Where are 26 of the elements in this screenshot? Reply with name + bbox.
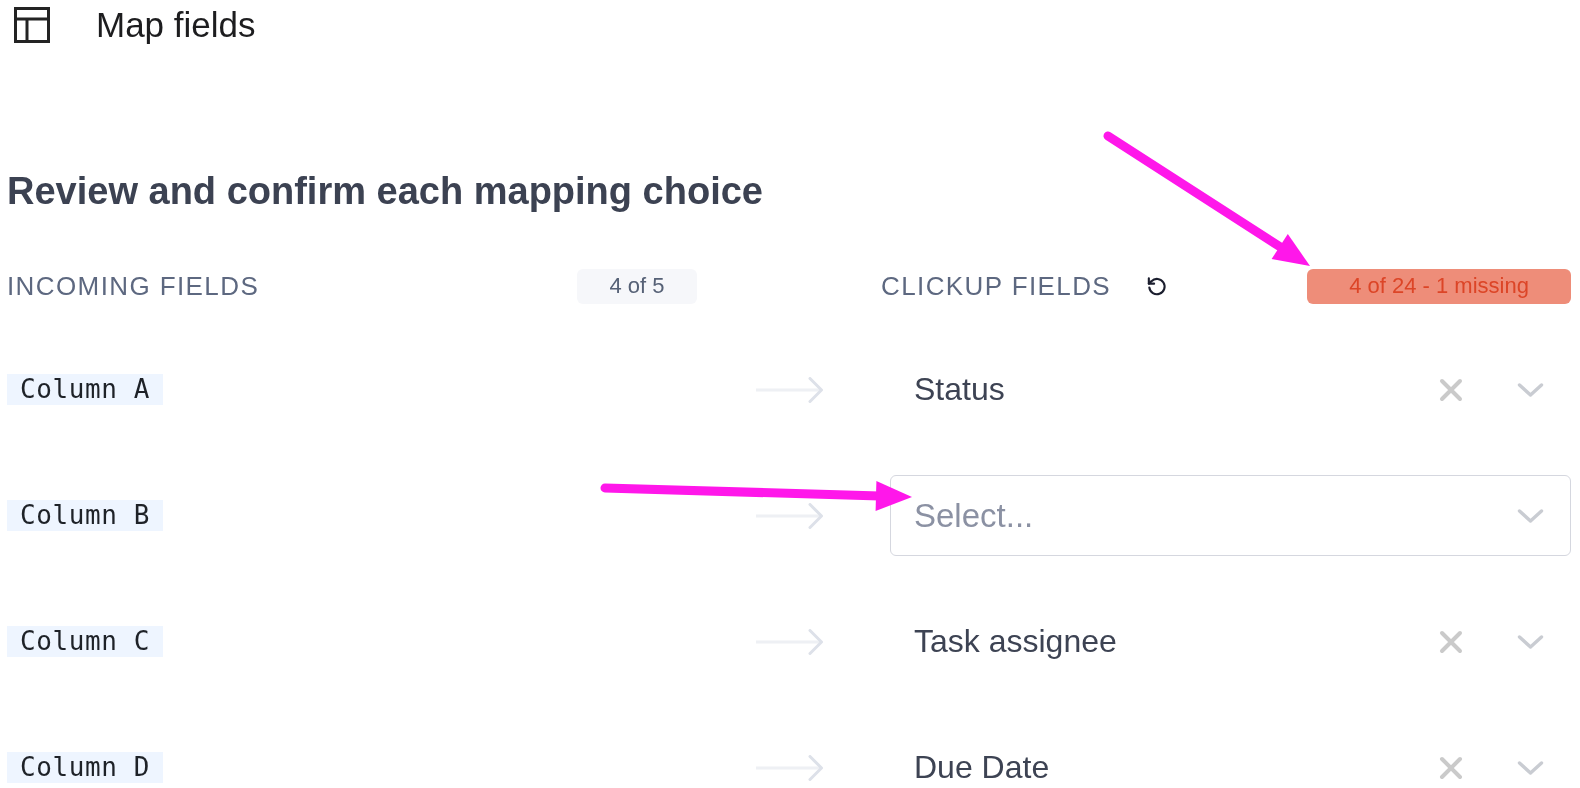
selected-value[interactable]: Due Date [914,749,1050,786]
source-field-tag: Column C [7,626,164,657]
right-arrow-icon [756,628,824,655]
table-icon [14,7,50,43]
source-field-tag: Column B [7,500,164,531]
x-icon[interactable] [1439,629,1463,654]
source-field-tag: Column A [7,374,164,405]
selected-value[interactable]: Status [914,371,1005,408]
chevron-down-icon[interactable] [1517,381,1544,398]
chevron-down-icon[interactable] [1517,759,1544,776]
x-icon[interactable] [1439,377,1463,402]
right-arrow-icon [756,502,824,529]
right-arrow-icon [756,376,824,403]
selected-value[interactable]: Task assignee [914,623,1117,660]
reset-icon[interactable] [1145,274,1169,298]
page-title: Map fields [96,4,256,46]
x-icon[interactable] [1439,755,1463,780]
count-badge: 4 of 24 - 1 missing [1307,268,1571,304]
column-heading: INCOMING FIELDS [7,271,260,301]
right-arrow-icon [756,754,824,781]
count-badge: 4 of 5 [577,268,697,304]
source-field-tag: Column D [7,752,164,783]
section-heading: Review and confirm each mapping choice [7,169,763,213]
column-heading: CLICKUP FIELDS [881,271,1112,301]
chevron-down-icon[interactable] [1517,507,1544,524]
chevron-down-icon[interactable] [1517,633,1544,650]
